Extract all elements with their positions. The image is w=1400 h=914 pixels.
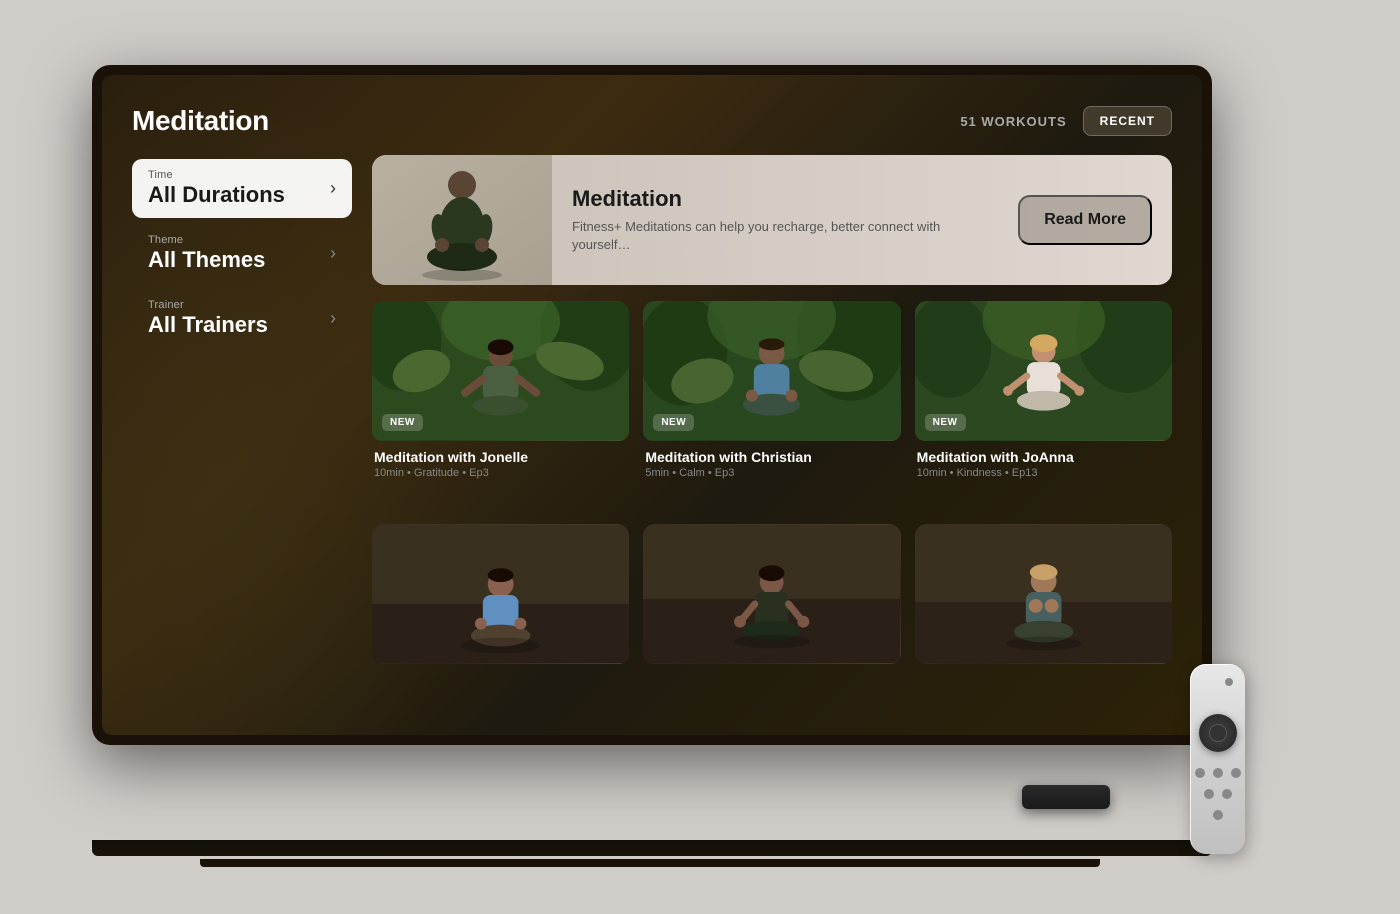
- remote-row-2: [1190, 789, 1245, 799]
- workout-meta-2: 5min • Calm • Ep3: [645, 467, 898, 479]
- scene: Meditation 51 WORKOUTS RECENT: [0, 0, 1400, 914]
- filter-trainer-label: Trainer: [148, 299, 330, 311]
- workout-thumb-4: [372, 524, 629, 664]
- workout-card-4[interactable]: [372, 524, 629, 705]
- workout-card-6[interactable]: [915, 524, 1172, 705]
- remote-row-1: [1190, 768, 1245, 778]
- remote-btn-back[interactable]: [1195, 768, 1205, 778]
- main-layout: Time All Durations › Theme: [132, 155, 1172, 705]
- page-title: Meditation: [132, 105, 269, 137]
- workout-info-6: [915, 664, 1172, 678]
- filter-trainer[interactable]: Trainer All Trainers ›: [132, 289, 352, 348]
- banner-text: Meditation Fitness+ Meditations can help…: [552, 170, 1018, 270]
- workouts-count: 51 WORKOUTS: [960, 114, 1066, 129]
- remote-btn-tv[interactable]: [1213, 768, 1223, 778]
- workout-name-1: Meditation with Jonelle: [374, 449, 627, 465]
- remote-mic-icon: [1225, 678, 1233, 686]
- apple-tv-box: [1022, 785, 1110, 809]
- workout-card-2[interactable]: NEW Meditation with Christian 5min • Cal…: [643, 301, 900, 510]
- filter-trainer-value: All Trainers: [148, 312, 330, 338]
- workout-grid: NEW Meditation with Jonelle 10min • Grat…: [372, 301, 1172, 705]
- workout-name-3: Meditation with JoAnna: [917, 449, 1170, 465]
- workout-thumb-3: NEW: [915, 301, 1172, 441]
- remote-btn-mute[interactable]: [1231, 768, 1241, 778]
- workout-meta-1: 10min • Gratitude • Ep3: [374, 467, 627, 479]
- workout-card-3[interactable]: NEW Meditation with JoAnna 10min • Kindn…: [915, 301, 1172, 510]
- remote-row-3: [1190, 810, 1245, 820]
- workout-card-1[interactable]: NEW Meditation with Jonelle 10min • Grat…: [372, 301, 629, 510]
- workout-info-1: Meditation with Jonelle 10min • Gratitud…: [372, 441, 629, 483]
- workout-thumb-5: [643, 524, 900, 664]
- tv-base: [200, 859, 1100, 867]
- workout-thumb-1: NEW: [372, 301, 629, 441]
- tv-screen: Meditation 51 WORKOUTS RECENT: [102, 75, 1202, 735]
- workout-info-4: [372, 664, 629, 678]
- workout-thumb-2: NEW: [643, 301, 900, 441]
- new-badge-1: NEW: [382, 414, 423, 431]
- workout-info-2: Meditation with Christian 5min • Calm • …: [643, 441, 900, 483]
- banner-desc: Fitness+ Meditations can help you rechar…: [572, 218, 998, 254]
- new-badge-2: NEW: [653, 414, 694, 431]
- filter-time-value: All Durations: [148, 182, 330, 208]
- workout-info-3: Meditation with JoAnna 10min • Kindness …: [915, 441, 1172, 483]
- chevron-icon: ›: [330, 308, 336, 329]
- header-right: 51 WORKOUTS RECENT: [960, 106, 1172, 136]
- tv-stand: [92, 840, 1212, 856]
- new-badge-3: NEW: [925, 414, 966, 431]
- recent-button[interactable]: RECENT: [1083, 106, 1172, 136]
- remote-btn-vol-down[interactable]: [1204, 789, 1214, 799]
- remote-btn-siri[interactable]: [1213, 810, 1223, 820]
- workout-meta-3: 10min • Kindness • Ep13: [917, 467, 1170, 479]
- filter-theme-value: All Themes: [148, 247, 330, 273]
- content-area: Meditation Fitness+ Meditations can help…: [372, 155, 1172, 705]
- read-more-button[interactable]: Read More: [1018, 195, 1152, 245]
- header: Meditation 51 WORKOUTS RECENT: [132, 105, 1172, 137]
- banner-image: [372, 155, 552, 285]
- banner-title: Meditation: [572, 186, 998, 212]
- tv-body: Meditation 51 WORKOUTS RECENT: [92, 65, 1212, 745]
- filter-theme-label: Theme: [148, 234, 330, 246]
- workout-card-5[interactable]: [643, 524, 900, 705]
- remote-touch-pad-inner: [1209, 724, 1227, 742]
- workout-name-2: Meditation with Christian: [645, 449, 898, 465]
- featured-banner[interactable]: Meditation Fitness+ Meditations can help…: [372, 155, 1172, 285]
- sidebar: Time All Durations › Theme: [132, 155, 352, 705]
- workout-info-5: [643, 664, 900, 678]
- remote-btn-vol-up[interactable]: [1222, 789, 1232, 799]
- app-content: Meditation 51 WORKOUTS RECENT: [102, 75, 1202, 735]
- filter-theme[interactable]: Theme All Themes ›: [132, 224, 352, 283]
- remote-touch-pad[interactable]: [1199, 714, 1237, 752]
- workout-thumb-6: [915, 524, 1172, 664]
- filter-time[interactable]: Time All Durations ›: [132, 159, 352, 218]
- chevron-icon: ›: [330, 178, 336, 199]
- chevron-icon: ›: [330, 243, 336, 264]
- filter-time-label: Time: [148, 169, 330, 181]
